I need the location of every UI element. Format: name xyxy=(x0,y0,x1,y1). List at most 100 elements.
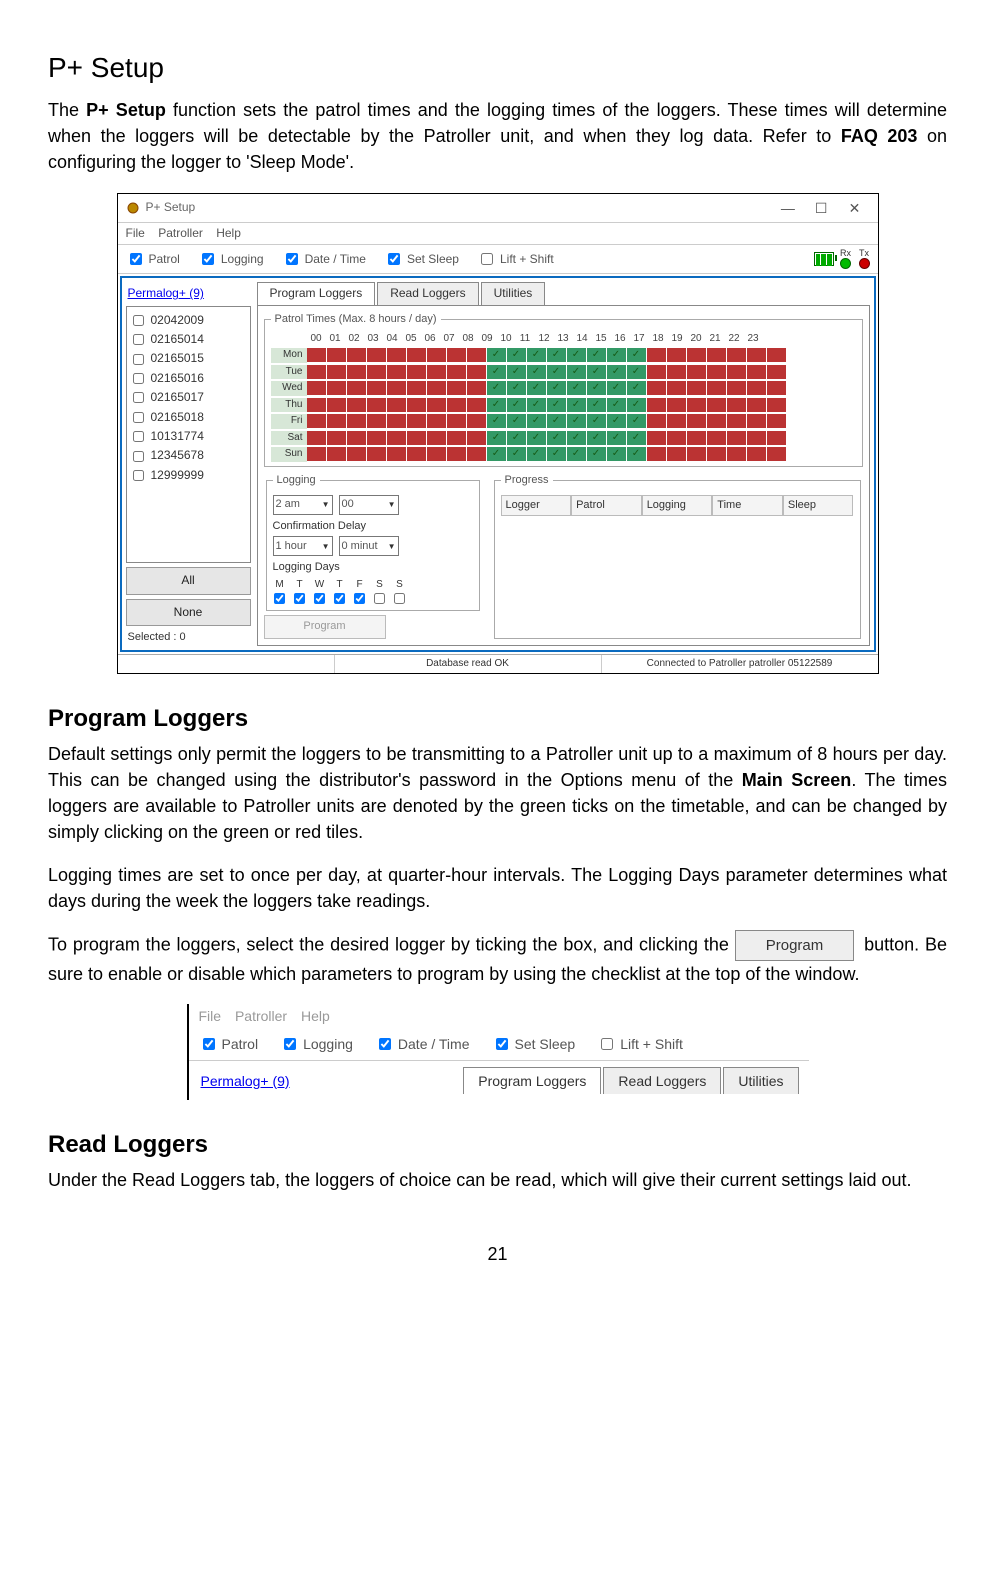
patrol-cell[interactable] xyxy=(567,414,587,428)
logging-day-col[interactable]: F xyxy=(353,578,367,604)
patrol-cell[interactable] xyxy=(507,431,527,445)
patrol-cell[interactable] xyxy=(587,348,607,362)
patrol-cell[interactable] xyxy=(447,381,467,395)
patrol-cell[interactable] xyxy=(367,398,387,412)
chk-datetime-2[interactable]: Date / Time xyxy=(375,1034,470,1054)
patrol-cell[interactable] xyxy=(447,414,467,428)
logger-item[interactable]: 12999999 xyxy=(129,466,248,485)
patrol-cell[interactable] xyxy=(547,381,567,395)
patrol-cell[interactable] xyxy=(347,348,367,362)
patrol-cell[interactable] xyxy=(367,381,387,395)
patrol-cell[interactable] xyxy=(627,381,647,395)
patrol-cell[interactable] xyxy=(747,447,767,461)
chk-patrol[interactable]: Patrol xyxy=(126,250,180,268)
menu-help-2[interactable]: Help xyxy=(301,1008,330,1024)
patrol-cell[interactable] xyxy=(387,348,407,362)
patrol-cell[interactable] xyxy=(347,431,367,445)
chk-setsleep[interactable]: Set Sleep xyxy=(384,250,459,268)
patrol-cell[interactable] xyxy=(567,348,587,362)
patrol-cell[interactable] xyxy=(347,381,367,395)
patrol-cell[interactable] xyxy=(567,398,587,412)
patrol-cell[interactable] xyxy=(347,447,367,461)
patrol-cell[interactable] xyxy=(707,381,727,395)
tab-program-loggers[interactable]: Program Loggers xyxy=(257,282,376,304)
patrol-cell[interactable] xyxy=(587,381,607,395)
patrol-cell[interactable] xyxy=(667,414,687,428)
patrol-cell[interactable] xyxy=(527,431,547,445)
patrol-cell[interactable] xyxy=(507,348,527,362)
confdelay-min-select[interactable]: 0 minut▼ xyxy=(339,536,399,556)
patrol-cell[interactable] xyxy=(607,414,627,428)
minimize-button[interactable]: — xyxy=(773,198,803,218)
patrol-cell[interactable] xyxy=(347,398,367,412)
patrol-cell[interactable] xyxy=(627,414,647,428)
patrol-cell[interactable] xyxy=(607,431,627,445)
patrol-cell[interactable] xyxy=(327,348,347,362)
patrol-cell[interactable] xyxy=(307,398,327,412)
chk-logging[interactable]: Logging xyxy=(198,250,264,268)
permalog-link[interactable]: Permalog+ (9) xyxy=(126,282,251,305)
patrol-cell[interactable] xyxy=(507,414,527,428)
patrol-cell[interactable] xyxy=(647,447,667,461)
patrol-cell[interactable] xyxy=(327,414,347,428)
patrol-cell[interactable] xyxy=(387,431,407,445)
patrol-grid[interactable]: MonTueWedThuFriSatSun xyxy=(271,348,856,462)
patrol-cell[interactable] xyxy=(427,398,447,412)
patrol-cell[interactable] xyxy=(527,447,547,461)
logging-day-col[interactable]: T xyxy=(333,578,347,604)
patrol-cell[interactable] xyxy=(687,414,707,428)
patrol-cell[interactable] xyxy=(727,414,747,428)
patrol-cell[interactable] xyxy=(647,365,667,379)
patrol-cell[interactable] xyxy=(767,365,787,379)
patrol-cell[interactable] xyxy=(507,365,527,379)
chk-patrol-2[interactable]: Patrol xyxy=(199,1034,259,1054)
patrol-cell[interactable] xyxy=(747,365,767,379)
patrol-cell[interactable] xyxy=(467,398,487,412)
patrol-cell[interactable] xyxy=(607,348,627,362)
patrol-cell[interactable] xyxy=(667,447,687,461)
logger-item[interactable]: 02165016 xyxy=(129,369,248,388)
patrol-cell[interactable] xyxy=(747,348,767,362)
logger-item[interactable]: 12345678 xyxy=(129,446,248,465)
patrol-cell[interactable] xyxy=(607,447,627,461)
patrol-cell[interactable] xyxy=(567,365,587,379)
maximize-button[interactable]: ☐ xyxy=(806,198,836,218)
patrol-cell[interactable] xyxy=(407,348,427,362)
patrol-cell[interactable] xyxy=(567,447,587,461)
patrol-cell[interactable] xyxy=(727,447,747,461)
patrol-cell[interactable] xyxy=(407,398,427,412)
patrol-cell[interactable] xyxy=(687,398,707,412)
patrol-cell[interactable] xyxy=(707,414,727,428)
patrol-cell[interactable] xyxy=(707,398,727,412)
logging-day-col[interactable]: S xyxy=(393,578,407,604)
patrol-cell[interactable] xyxy=(547,365,567,379)
patrol-cell[interactable] xyxy=(387,381,407,395)
patrol-cell[interactable] xyxy=(387,414,407,428)
patrol-cell[interactable] xyxy=(547,348,567,362)
patrol-cell[interactable] xyxy=(587,398,607,412)
patrol-cell[interactable] xyxy=(647,431,667,445)
patrol-cell[interactable] xyxy=(667,431,687,445)
close-button[interactable]: ✕ xyxy=(840,198,870,218)
patrol-cell[interactable] xyxy=(327,447,347,461)
patrol-cell[interactable] xyxy=(447,398,467,412)
patrol-cell[interactable] xyxy=(587,447,607,461)
patrol-cell[interactable] xyxy=(767,348,787,362)
patrol-cell[interactable] xyxy=(587,414,607,428)
patrol-cell[interactable] xyxy=(307,447,327,461)
menu-patroller-2[interactable]: Patroller xyxy=(235,1008,287,1024)
logger-item[interactable]: 02165015 xyxy=(129,349,248,368)
patrol-cell[interactable] xyxy=(367,431,387,445)
patrol-cell[interactable] xyxy=(447,365,467,379)
patrol-cell[interactable] xyxy=(347,365,367,379)
patrol-cell[interactable] xyxy=(527,381,547,395)
patrol-cell[interactable] xyxy=(627,431,647,445)
menu-patroller[interactable]: Patroller xyxy=(158,226,203,240)
patrol-cell[interactable] xyxy=(447,431,467,445)
patrol-cell[interactable] xyxy=(467,348,487,362)
patrol-cell[interactable] xyxy=(507,447,527,461)
patrol-cell[interactable] xyxy=(327,431,347,445)
patrol-cell[interactable] xyxy=(307,431,327,445)
patrol-cell[interactable] xyxy=(507,398,527,412)
patrol-cell[interactable] xyxy=(647,398,667,412)
